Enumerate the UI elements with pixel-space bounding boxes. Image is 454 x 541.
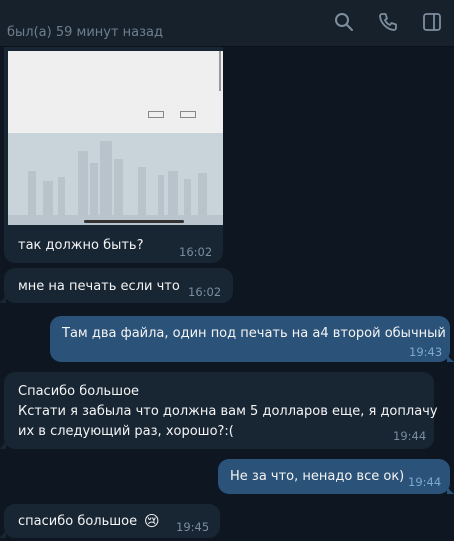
message-text: Не за что, ненадо все ок) — [230, 469, 405, 484]
search-icon[interactable] — [333, 11, 355, 33]
bubble-tail — [0, 293, 6, 303]
message-time: 19:43 — [409, 345, 443, 359]
message-line: их в следующий раз, хорошо?:( — [18, 424, 234, 439]
message-bubble-incoming[interactable]: спасибо большое 😢 19:45 — [4, 504, 220, 538]
message-time: 19:45 — [176, 520, 210, 534]
message-text: мне на печать если что — [18, 279, 180, 294]
message-bubble-incoming[interactable]: мне на печать если что 16:02 — [4, 268, 233, 303]
message-bubble-photo[interactable]: так должно быть? 16:02 — [4, 47, 223, 263]
bubble-tail — [447, 484, 454, 494]
bubble-tail — [0, 528, 6, 538]
message-time: 16:02 — [179, 245, 213, 259]
message-time: 19:44 — [393, 429, 427, 443]
message-line: Кстати я забыла что должна вам 5 долларо… — [18, 404, 438, 419]
message-line: Спасибо большое — [18, 384, 140, 399]
message-text: спасибо большое — [18, 514, 138, 529]
chat-header: был(а) 59 минут назад — [0, 0, 454, 47]
bubble-tail — [447, 352, 454, 362]
message-time: 19:44 — [408, 475, 442, 489]
message-text: так должно быть? — [18, 238, 144, 253]
crying-face-emoji: 😢 — [144, 512, 160, 530]
last-seen-status: был(а) 59 минут назад — [7, 25, 163, 40]
message-time: 16:02 — [188, 285, 222, 299]
message-bubble-incoming[interactable]: Спасибо большое Кстати я забыла что долж… — [4, 372, 438, 449]
message-bubble-outgoing[interactable]: Не за что, ненадо все ок) 19:44 — [218, 459, 450, 494]
bubble-tail — [0, 439, 6, 449]
phone-icon[interactable] — [377, 11, 399, 33]
photo-attachment[interactable] — [8, 51, 223, 225]
message-bubble-outgoing[interactable]: Там два файла, один под печать на а4 вто… — [50, 316, 450, 362]
message-text: Там два файла, один под печать на а4 вто… — [62, 326, 446, 341]
sidebar-icon[interactable] — [421, 11, 443, 33]
